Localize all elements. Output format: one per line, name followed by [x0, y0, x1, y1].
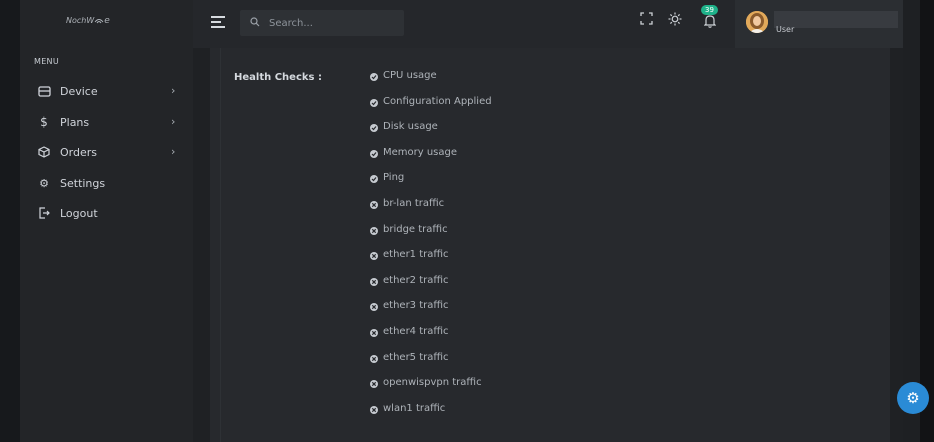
bell-icon[interactable] [703, 14, 717, 32]
notification-badge: 39 [701, 5, 718, 15]
theme-toggle-icon[interactable] [668, 12, 682, 30]
sidebar-item-orders[interactable]: Orders [36, 141, 97, 163]
check-label: br-lan traffic [383, 197, 445, 209]
avatar[interactable] [746, 11, 768, 33]
check-item: Ping [370, 172, 492, 198]
check-item: ether1 traffic [370, 249, 492, 275]
settings-fab-button[interactable]: ⚙ [897, 382, 929, 414]
check-label: bridge traffic [383, 223, 448, 235]
check-fail-icon [370, 328, 378, 337]
sidebar-item-label: Device [60, 84, 98, 98]
check-label: openwispvpn traffic [383, 377, 482, 389]
check-ok-icon [370, 175, 378, 184]
chevron-right-icon: › [171, 145, 176, 158]
search-box[interactable] [240, 10, 404, 36]
check-fail-icon [370, 252, 378, 261]
check-label: Memory usage [383, 146, 458, 158]
gear-icon: ⚙ [906, 389, 920, 407]
logout-icon [36, 207, 52, 219]
check-item: Memory usage [370, 147, 492, 173]
logo[interactable]: NochW e [66, 16, 110, 26]
check-item: ether5 traffic [370, 352, 492, 378]
check-fail-icon [370, 303, 378, 312]
fullscreen-icon[interactable] [640, 12, 653, 29]
check-label: ether4 traffic [383, 325, 449, 337]
sidebar-item-device[interactable]: Device [36, 80, 98, 102]
logo-tail: e [104, 16, 110, 26]
check-label: Configuration Applied [383, 95, 492, 107]
box-icon [36, 146, 52, 158]
logo-wifi-icon [94, 19, 104, 24]
sidebar-item-settings[interactable]: ⚙ Settings [36, 172, 105, 194]
logo-text: NochW [66, 16, 95, 25]
search-icon [250, 16, 260, 30]
check-ok-icon [370, 98, 378, 107]
check-item: Disk usage [370, 121, 492, 147]
chevron-right-icon: › [171, 84, 176, 97]
health-check-list: CPU usage Configuration Applied Disk usa… [370, 70, 492, 428]
sidebar-item-label: Logout [60, 206, 98, 220]
check-ok-icon [370, 149, 378, 158]
health-card [210, 48, 890, 442]
chevron-right-icon: › [171, 115, 176, 128]
device-icon [36, 85, 52, 97]
check-label: ether2 traffic [383, 274, 449, 286]
dollar-icon: $ [40, 115, 48, 129]
user-role: User [776, 25, 795, 34]
scroll-track[interactable] [903, 0, 920, 442]
menu-toggle-icon[interactable] [211, 15, 225, 29]
check-fail-icon [370, 277, 378, 286]
check-ok-icon [370, 124, 378, 133]
sidebar-item-label: Settings [60, 176, 106, 190]
sidebar-item-plans[interactable]: $ Plans [36, 111, 89, 133]
gear-icon: ⚙ [39, 176, 49, 190]
left-edge [0, 0, 20, 442]
check-label: Ping [383, 172, 405, 184]
check-item: ether2 traffic [370, 275, 492, 301]
divider [220, 48, 221, 442]
check-item: wlan1 traffic [370, 403, 492, 429]
check-label: wlan1 traffic [383, 402, 446, 414]
check-item: CPU usage [370, 70, 492, 96]
menu-title: MENU [34, 57, 59, 66]
check-label: ether5 traffic [383, 351, 449, 363]
check-item: ether4 traffic [370, 326, 492, 352]
check-item: bridge traffic [370, 224, 492, 250]
check-label: CPU usage [383, 70, 437, 81]
search-input[interactable] [267, 16, 391, 30]
check-fail-icon [370, 405, 378, 414]
sidebar-item-label: Orders [60, 145, 97, 159]
check-item: openwispvpn traffic [370, 377, 492, 403]
check-item: ether3 traffic [370, 300, 492, 326]
check-label: ether3 traffic [383, 300, 449, 312]
sidebar-item-label: Plans [60, 115, 90, 129]
check-ok-icon [370, 73, 378, 81]
right-edge [920, 0, 934, 442]
sidebar-item-logout[interactable]: Logout [36, 202, 98, 224]
check-label: Disk usage [383, 121, 438, 133]
health-checks-label: Health Checks : [234, 72, 322, 83]
check-fail-icon [370, 380, 378, 389]
check-fail-icon [370, 354, 378, 363]
check-label: ether1 traffic [383, 249, 449, 261]
check-fail-icon [370, 226, 378, 235]
check-item: Configuration Applied [370, 96, 492, 122]
check-fail-icon [370, 200, 378, 209]
check-item: br-lan traffic [370, 198, 492, 224]
